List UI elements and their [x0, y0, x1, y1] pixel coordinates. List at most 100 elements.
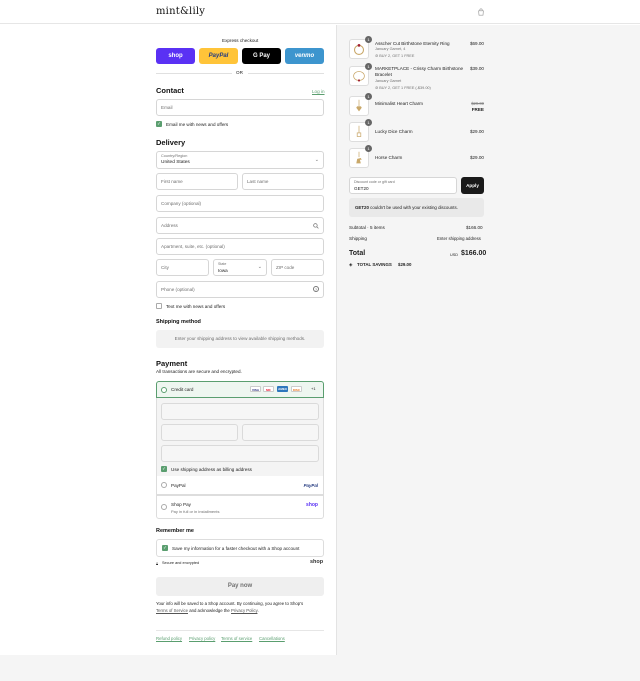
address-field[interactable]: Address — [156, 217, 324, 234]
discover-icon: DISC — [291, 386, 302, 392]
google-pay-button[interactable]: G Pay — [242, 48, 281, 64]
brand-logo[interactable]: mint&lily — [156, 6, 205, 17]
terms-of-service-link[interactable]: Terms of service — [221, 636, 252, 641]
remember-me-box: ✓ Save my information for a faster check… — [156, 539, 324, 557]
card-number-field[interactable] — [161, 403, 319, 420]
shop-logo: shop — [306, 502, 318, 508]
item-promo-text: BUY 2, GET 1 FREE — [379, 54, 415, 58]
apply-button[interactable]: Apply — [461, 177, 484, 194]
login-link[interactable]: Log in — [312, 89, 325, 94]
google-pay-label: G Pay — [252, 53, 270, 59]
email-news-label: Email me with news and offers — [166, 122, 229, 127]
venmo-button[interactable]: venmo — [285, 48, 324, 64]
security-code-field[interactable] — [242, 424, 319, 441]
item-name-cont: Bracelet — [375, 72, 392, 77]
zip-field[interactable]: ZIP code — [271, 259, 324, 276]
item-name: Asscher Cut Birthstone Eternity Ring — [375, 41, 450, 46]
apartment-field[interactable]: Apartment, suite, etc. (optional) — [156, 238, 324, 255]
or-divider-label: OR — [236, 70, 243, 75]
paypal-option[interactable]: PayPal PayPal — [156, 476, 324, 495]
save-info-checkbox[interactable]: ✓ — [162, 545, 168, 551]
shipping-method-message: Enter your shipping address to view avai… — [174, 336, 306, 341]
search-icon — [313, 223, 319, 229]
chevron-down-icon: ⌄ — [257, 264, 262, 270]
state-select[interactable]: State Iowa ⌄ — [213, 259, 267, 276]
text-news-checkbox[interactable] — [156, 303, 162, 309]
country-value: United States — [161, 160, 190, 165]
item-price: $39.00 — [469, 66, 484, 71]
contact-heading: Contact — [156, 86, 184, 95]
country-select[interactable]: Country/Region United States ⌄ — [156, 151, 324, 169]
discount-notice-message: couldn't be used with your existing disc… — [368, 205, 458, 210]
item-variant: January Garnet — [375, 79, 402, 83]
city-field[interactable]: City — [156, 259, 209, 276]
total-savings-value: $29.00 — [398, 262, 412, 267]
company-field[interactable]: Company (optional) — [156, 195, 324, 212]
amex-icon: AMEX — [277, 386, 288, 392]
refund-policy-link[interactable]: Refund policy — [156, 636, 182, 641]
quantity-badge: 1 — [365, 145, 372, 152]
help-icon[interactable]: ? — [313, 286, 319, 292]
more-cards-label: +1 — [311, 386, 316, 391]
savings-tag-icon: ◈ — [349, 262, 353, 267]
shop-pay-sublabel: Pay in full or in installments — [171, 509, 220, 514]
dice-charm-icon — [356, 125, 362, 137]
phone-field[interactable]: Phone (optional) ? — [156, 281, 324, 298]
item-name: MARKETPLACE - Crissy Charm Birthstone — [375, 66, 464, 71]
item-original-price: $29.00 — [471, 101, 484, 106]
first-name-field[interactable]: First name — [156, 173, 238, 190]
quantity-badge: 1 — [365, 93, 372, 100]
email-field[interactable]: Email — [156, 99, 324, 116]
shop-pay-option[interactable]: Shop Pay Pay in full or in installments … — [156, 495, 324, 519]
heart-charm-icon — [356, 99, 362, 112]
horse-charm-icon — [356, 151, 362, 164]
discount-notice: GET20 couldn't be used with your existin… — [349, 198, 484, 217]
discount-code-field[interactable]: Discount code or gift card GET20 — [349, 177, 457, 194]
paypal-label: PayPal — [208, 53, 229, 59]
quantity-badge: 1 — [365, 63, 372, 70]
discount-notice-code: GET20 — [355, 205, 369, 210]
or-divider-left — [156, 73, 232, 74]
last-name-field[interactable]: Last name — [242, 173, 324, 190]
payment-heading: Payment — [156, 359, 188, 368]
chevron-down-icon: ⌄ — [314, 157, 319, 163]
legal-and: and acknowledge the — [188, 608, 232, 613]
terms-link[interactable]: Terms of Service — [156, 608, 188, 613]
shipping-method-heading: Shipping method — [156, 319, 201, 325]
shopping-bag-icon[interactable] — [477, 8, 485, 16]
cancellations-link[interactable]: Cancellations — [259, 636, 285, 641]
quantity-badge: 1 — [365, 119, 372, 126]
item-promo-text: BUY 2, GET 1 FREE (-$39.00) — [379, 86, 431, 90]
privacy-link[interactable]: Privacy Policy — [231, 608, 257, 613]
privacy-policy-link[interactable]: Privacy policy — [189, 636, 215, 641]
discount-notice-text: GET20 couldn't be used with your existin… — [355, 205, 458, 210]
item-price: FREE — [471, 107, 484, 112]
address-placeholder: Address — [161, 223, 178, 228]
shipping-method-box: Enter your shipping address to view avai… — [156, 330, 324, 348]
expiry-field[interactable] — [161, 424, 238, 441]
city-placeholder: City — [161, 265, 169, 270]
subtotal-value: $166.00 — [466, 225, 483, 230]
ring-icon — [353, 44, 365, 55]
payment-subtitle: All transactions are secure and encrypte… — [156, 369, 242, 374]
bracelet-icon — [353, 71, 365, 82]
paypal-button[interactable]: PayPal — [199, 48, 238, 64]
radio-icon — [161, 504, 167, 510]
save-info-label: Save my information for a faster checkou… — [172, 546, 300, 551]
header: mint&lily — [0, 0, 640, 24]
item-price: $29.00 — [469, 155, 484, 160]
shop-pay-label: shop — [168, 53, 183, 59]
item-promo: ⊘ BUY 2, GET 1 FREE — [375, 53, 414, 58]
item-name: Horse Charm — [375, 155, 403, 160]
item-name: Lucky Dice Charm — [375, 129, 413, 134]
or-divider-right — [248, 73, 324, 74]
name-on-card-field[interactable] — [161, 445, 319, 462]
shipping-value: Enter shipping address — [437, 236, 481, 241]
billing-same-checkbox[interactable]: ✓ — [161, 466, 167, 472]
shop-pay-button[interactable]: shop — [156, 48, 195, 64]
pay-now-button[interactable]: Pay now — [156, 577, 324, 596]
legal-line-2: Terms of Service and acknowledge the Pri… — [156, 608, 259, 613]
email-placeholder: Email — [161, 105, 173, 110]
paypal-logo: PayPal — [303, 483, 318, 488]
email-news-checkbox[interactable]: ✓ — [156, 121, 162, 127]
